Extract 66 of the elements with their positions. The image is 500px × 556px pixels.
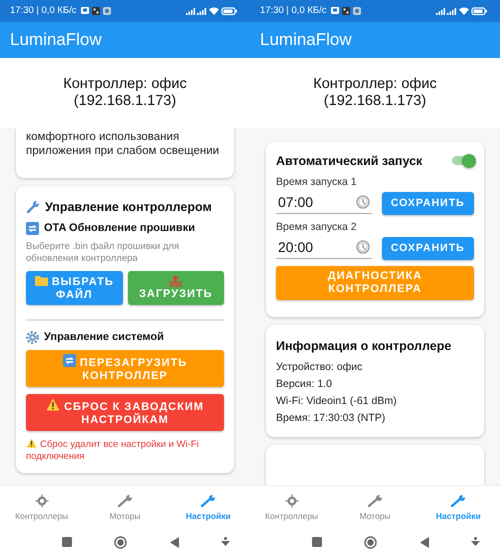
back-icon[interactable] (170, 536, 179, 548)
diagnostics-button[interactable]: ДИАГНОСТИКА КОНТРОЛЛЕРА (276, 266, 474, 300)
wrench-icon (26, 200, 40, 214)
upload-icon (169, 274, 182, 287)
wrench-icon (366, 494, 383, 508)
controller-address: (192.168.1.173) (74, 92, 176, 110)
folder-icon (34, 274, 48, 286)
back-icon[interactable] (420, 536, 429, 548)
field-label: Время запуска 2 (276, 220, 358, 233)
subsection-title: OTA Обновление прошивки (44, 222, 195, 234)
nav-tab[interactable]: Контроллеры (250, 494, 334, 521)
nav-tab[interactable]: Контроллеры (0, 494, 84, 521)
subsection-title: Управление системой (44, 331, 164, 344)
save-button[interactable]: СОХРАНИТЬ (382, 192, 474, 215)
warning-icon (46, 398, 60, 411)
time-field[interactable]: 07:00 (276, 192, 372, 214)
notification-icons (330, 6, 363, 16)
info-text: Версия: 1.0 (276, 376, 333, 392)
section-title: Управление контроллером (45, 200, 212, 214)
recents-icon[interactable] (62, 537, 72, 548)
wrench-icon (200, 494, 216, 508)
wrench-icon (116, 494, 133, 508)
home-icon[interactable] (364, 536, 378, 549)
signal-icons (186, 6, 238, 16)
down-arrow-icon[interactable] (220, 537, 230, 548)
clock-icon[interactable] (356, 195, 370, 210)
section-title: Информация о контроллере (276, 338, 452, 353)
page-title: Контроллер: офис (313, 76, 437, 93)
save-button[interactable]: СОХРАНИТЬ (382, 236, 474, 260)
factory-reset-button[interactable]: СБРОС К ЗАВОДСКИМ НАСТРОЙКАМ (26, 394, 224, 431)
field-label: Время запуска 1 (276, 176, 358, 188)
crosshair-icon (284, 494, 299, 508)
section-title: Автоматический запуск (276, 154, 424, 168)
app-title: LuminaFlow (260, 30, 352, 50)
crosshair-icon (34, 494, 49, 508)
info-text: Устройство: офис (276, 360, 364, 375)
notification-icons (80, 6, 113, 16)
wrench-icon (450, 494, 466, 508)
nav-tab[interactable]: Моторы (83, 494, 167, 521)
nav-tab[interactable]: Настройки (166, 494, 250, 521)
warning-icon (26, 438, 37, 448)
clock-icon[interactable] (356, 240, 370, 254)
status-text: 17:30 | 0,0 КБ/с (260, 5, 327, 16)
toggle-switch[interactable] (452, 156, 474, 166)
signal-icons (436, 6, 488, 16)
gear-icon (26, 330, 39, 344)
down-arrow-icon[interactable] (470, 537, 480, 548)
controller-address: (192.168.1.173) (324, 92, 426, 110)
info-text: Wi-Fi: Videoin1 (-61 dBm) (276, 394, 398, 409)
nav-tab[interactable]: Настройки (416, 494, 500, 521)
refresh-icon (62, 354, 76, 367)
home-icon[interactable] (114, 536, 128, 549)
status-text: 17:30 | 0,0 КБ/с (10, 5, 77, 16)
nav-tab[interactable]: Моторы (333, 494, 417, 521)
description-text: комфортного использования приложения при слабом освещении (26, 130, 220, 158)
info-text: Время: 17:30:03 (NTP) (276, 410, 386, 426)
refresh-icon (26, 222, 39, 235)
restart-button[interactable]: ПЕРЕЗАГРУЗИТЬ КОНТРОЛЛЕР (26, 350, 224, 387)
recents-icon[interactable] (312, 537, 322, 548)
page-title: Контроллер: офис (63, 76, 187, 93)
app-title: LuminaFlow (10, 30, 102, 50)
warning-text: Сброс удалит все настройки и Wi-Fi подключения (26, 438, 200, 463)
choose-file-button[interactable]: ВЫБРАТЬ ФАЙЛ (26, 270, 122, 305)
upload-button[interactable]: ЗАГРУЗИТЬ (128, 270, 224, 305)
time-field[interactable]: 20:00 (276, 237, 372, 260)
hint-text: Выберите .bin файл прошивки для обновления контроллера (26, 240, 180, 265)
